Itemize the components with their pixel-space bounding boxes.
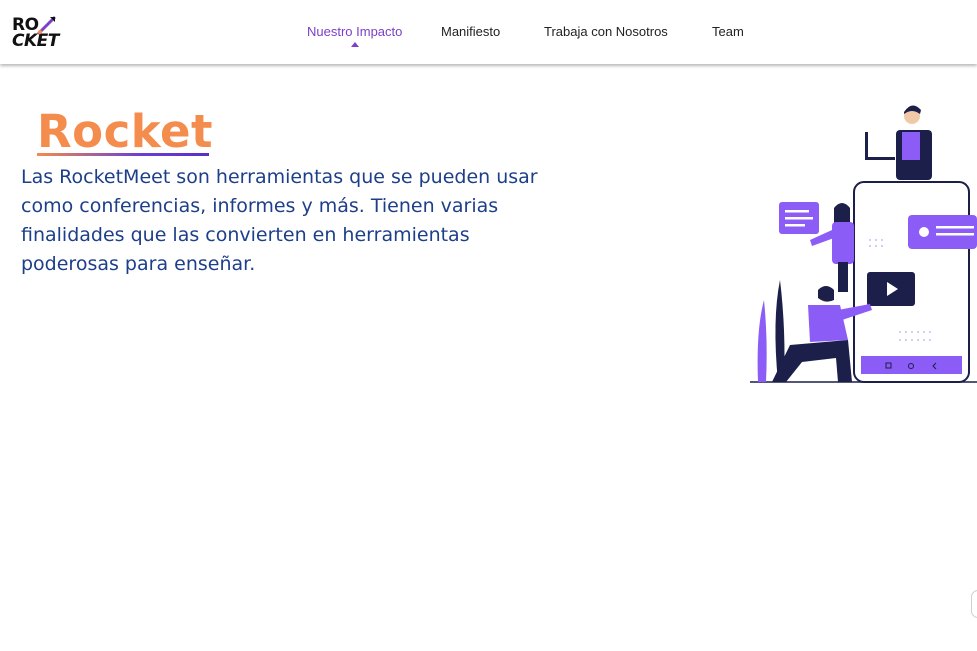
nav-trabaja-con-nosotros[interactable]: Trabaja con Nosotros — [544, 24, 668, 39]
nav-nuestro-impacto[interactable]: Nuestro Impacto — [307, 24, 403, 47]
nav-manifiesto[interactable]: Manifiesto — [441, 24, 500, 39]
nav-label: Manifiesto — [441, 24, 501, 39]
nav-label: Trabaja con Nosotros — [544, 24, 668, 39]
hero-description: Las RocketMeet son herramientas que se p… — [21, 166, 538, 275]
hero-title: Rocket — [37, 105, 213, 158]
team-phone-illustration — [750, 105, 977, 383]
title-underline — [37, 153, 209, 156]
nav-label: Team — [712, 24, 744, 39]
top-navbar: RO CKET Nuestro Impacto Manifiesto Traba… — [0, 0, 977, 64]
nav-label: Nuestro Impacto — [307, 24, 403, 39]
nav-team[interactable]: Team — [712, 24, 744, 39]
laptop-icon — [865, 132, 868, 158]
rocket-icon — [37, 16, 56, 35]
rocket-logo[interactable]: RO CKET — [12, 14, 68, 52]
active-indicator-icon — [350, 42, 359, 47]
scroll-indicator[interactable] — [971, 590, 977, 618]
